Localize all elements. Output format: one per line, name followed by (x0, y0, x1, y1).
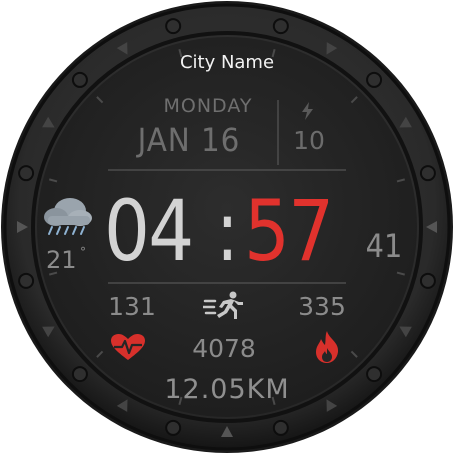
charge-value: 10 (293, 126, 325, 155)
time-seconds: 41 (365, 227, 403, 265)
steps-value: 4078 (192, 334, 256, 363)
bezel-screw (165, 419, 182, 436)
rain-cloud-icon[interactable] (40, 193, 96, 241)
bezel-screw (366, 366, 383, 383)
bezel-screw (71, 71, 88, 88)
flame-icon[interactable] (313, 330, 341, 364)
watch-face: City Name MONDAY JAN 16 10 21 ° 04 : 57 … (0, 0, 454, 454)
distance-value: 12.05KM (164, 374, 290, 405)
bezel-screw (272, 18, 289, 35)
date: JAN 16 (137, 121, 241, 159)
bezel-screw (272, 419, 289, 436)
bezel-screw (419, 165, 436, 182)
calories-value: 335 (298, 292, 346, 321)
weekday: MONDAY (163, 95, 253, 117)
degree-symbol: ° (80, 245, 86, 259)
bezel-screw (71, 366, 88, 383)
lightning-icon (302, 102, 313, 120)
temperature: 21 (46, 246, 77, 274)
heart-rate-value: 131 (108, 292, 156, 321)
time-separator: : (216, 182, 239, 280)
bezel-screw (18, 272, 35, 289)
running-person-icon[interactable] (203, 291, 245, 321)
bezel-screw (18, 165, 35, 182)
heart-rate-icon[interactable] (110, 333, 146, 361)
bezel-screw (419, 272, 436, 289)
city-name[interactable]: City Name (0, 54, 454, 72)
time-hours: 04 (104, 182, 194, 280)
bezel-screw (165, 18, 182, 35)
time-minutes: 57 (244, 182, 334, 280)
bezel-screw (366, 71, 383, 88)
